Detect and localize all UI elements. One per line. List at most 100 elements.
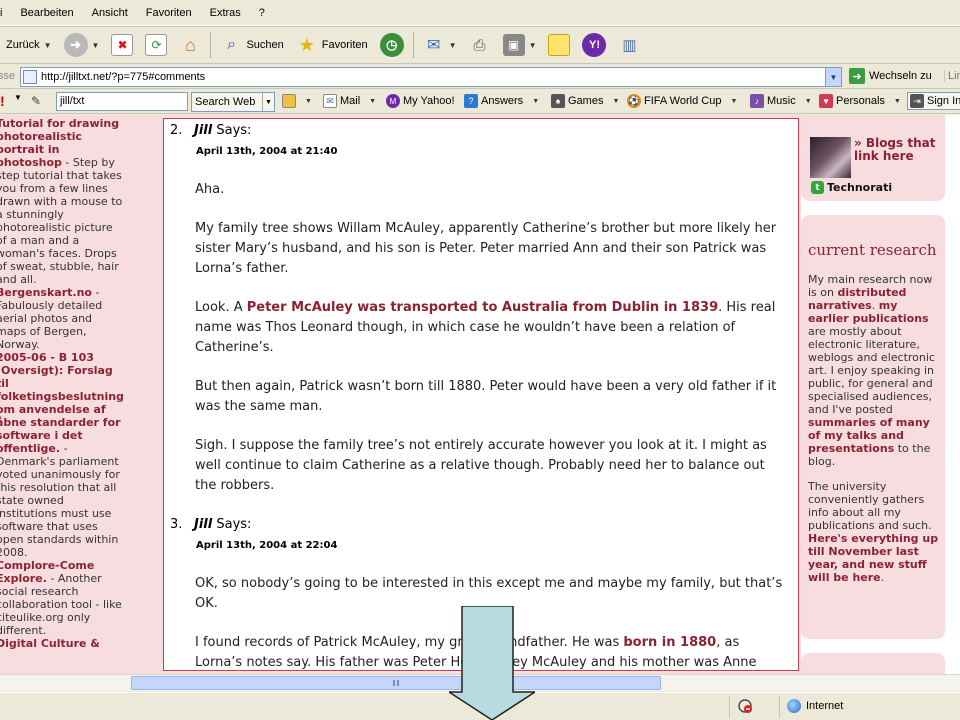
forward-button[interactable]: ➜ ▼: [58, 30, 106, 60]
fifa-link[interactable]: ⚽ FIFA World Cup ▼: [627, 94, 737, 108]
messenger-button[interactable]: Y!: [576, 30, 612, 60]
birth-record-link[interactable]: born in 1880: [623, 635, 716, 650]
grip-icon: [393, 680, 399, 686]
comment-author[interactable]: Jill: [194, 123, 212, 138]
layout-button[interactable]: ▼: [282, 94, 312, 108]
sidebar-link[interactable]: Bergenskart.no: [0, 286, 92, 299]
paragraph-text: are mostly about electronic literature, …: [808, 325, 935, 416]
my-yahoo-link[interactable]: M My Yahoo!: [386, 94, 455, 108]
chevron-down-icon: ▼: [612, 97, 620, 105]
chevron-down-icon[interactable]: ▼: [92, 41, 100, 50]
avatar[interactable]: [810, 137, 851, 178]
yahoo-toolbar: ! ▼ ✎ jill/txt Search Web ▼ ▼ ✉ Mail ▼ M …: [0, 90, 960, 114]
technorati-icon: t: [811, 181, 824, 194]
yahoo-messenger-icon: Y!: [582, 33, 607, 57]
links-label[interactable]: Lin: [944, 70, 960, 82]
personals-link[interactable]: ♥ Personals ▼: [819, 94, 901, 108]
publications-list-link[interactable]: Here's everything up till November last …: [808, 532, 938, 584]
menu-view[interactable]: Ansicht: [83, 7, 137, 19]
comment-paragraph: Sigh. I suppose the family tree’s not en…: [195, 438, 767, 493]
comment-header: Jill Says:: [194, 123, 251, 138]
chevron-down-icon[interactable]: ▼: [44, 41, 52, 50]
back-button[interactable]: Zurück ▼: [0, 30, 58, 60]
answers-label: Answers: [481, 95, 524, 107]
chevron-down-icon: ▼: [532, 97, 540, 105]
menu-edit[interactable]: Bearbeiten: [11, 7, 82, 19]
sidebar-link[interactable]: 2005-06 - B 103 (Oversigt): Forslag til …: [0, 351, 124, 455]
go-label: Wechseln zu: [869, 70, 932, 82]
toolbar-separator: [210, 32, 212, 58]
yahoo-logo-icon[interactable]: !: [0, 93, 5, 109]
games-link[interactable]: ♠ Games ▼: [551, 94, 619, 108]
research-paragraph: The university conveniently gathers info…: [808, 480, 939, 584]
chevron-down-icon[interactable]: ▼: [449, 41, 457, 50]
yahoo-mail-link[interactable]: ✉ Mail ▼: [323, 94, 376, 108]
technorati-link[interactable]: t Technorati: [811, 181, 892, 194]
sidebar-entry: Tutorial for drawing photorealistic port…: [0, 117, 125, 286]
menu-favorites[interactable]: Favoriten: [137, 7, 201, 19]
go-button[interactable]: ➜ Wechseln zu: [849, 68, 932, 84]
address-url[interactable]: http://jilltxt.net/?p=775#comments: [41, 71, 205, 83]
scroll-down-arrow-icon: [449, 606, 535, 720]
status-divider: [779, 696, 780, 718]
stop-icon: ✖: [111, 34, 134, 56]
comment-paragraph: My family tree shows Willam McAuley, app…: [195, 221, 777, 276]
comment-paragraph: But then again, Patrick wasn’t born till…: [195, 379, 777, 414]
answers-link[interactable]: ? Answers ▼: [464, 94, 539, 108]
menu-tools[interactable]: Extras: [201, 7, 250, 19]
printer-icon: ⎙: [473, 36, 486, 54]
search-icon: ⌕: [226, 36, 236, 53]
chevron-down-icon[interactable]: ▼: [14, 93, 22, 102]
home-button[interactable]: ⌂: [173, 30, 207, 60]
blogs-that-link-link[interactable]: » Blogs that link here: [854, 137, 944, 163]
scrollbar-thumb[interactable]: [131, 676, 661, 690]
mail-button[interactable]: ✉ ▼: [417, 30, 463, 60]
chevron-down-icon[interactable]: ▼: [529, 41, 537, 50]
edit-button[interactable]: ▣ ▼: [497, 30, 543, 60]
notes-button[interactable]: [542, 30, 576, 60]
history-button[interactable]: ◷: [374, 30, 410, 60]
menu-file[interactable]: i: [0, 7, 11, 19]
history-icon: ◷: [379, 33, 404, 57]
sidebar-link[interactable]: Digital Culture &: [0, 637, 100, 650]
favorites-label: Favoriten: [321, 39, 368, 51]
menu-help[interactable]: ?: [250, 7, 274, 19]
chevron-down-icon: ▼: [893, 97, 901, 105]
left-sidebar: Tutorial for drawing photorealistic port…: [0, 115, 128, 674]
search-web-label: Search Web: [195, 96, 256, 108]
sign-in-button[interactable]: ⇥ Sign In: [907, 92, 960, 110]
refresh-button[interactable]: ⟳: [139, 30, 173, 60]
sign-in-label: Sign In: [927, 95, 960, 107]
chevron-down-icon[interactable]: ▼: [262, 93, 274, 111]
address-input[interactable]: http://jilltxt.net/?p=775#comments ▼: [20, 67, 842, 87]
paragraph-text: .: [880, 571, 885, 584]
comment-date[interactable]: April 13th, 2004 at 22:04: [196, 540, 337, 551]
favorites-button[interactable]: ★ Favoriten: [290, 30, 374, 60]
yahoo-search-input[interactable]: jill/txt: [56, 92, 188, 111]
chevron-down-icon[interactable]: ▼: [825, 68, 841, 86]
popup-blocked-icon[interactable]: [737, 698, 753, 714]
print-button[interactable]: ⎙: [463, 30, 497, 60]
menu-bar: i Bearbeiten Ansicht Favoriten Extras ?: [0, 0, 960, 26]
search-web-button[interactable]: Search Web ▼: [191, 92, 275, 112]
soccer-ball-icon: ⚽: [627, 94, 641, 108]
highlighter-icon[interactable]: ✎: [31, 94, 41, 108]
stop-button[interactable]: ✖: [105, 30, 139, 60]
forward-arrow-icon: ➜: [63, 33, 88, 57]
comment-date[interactable]: April 13th, 2004 at 21:40: [196, 146, 337, 157]
paragraph-text: I found records of Patrick McAuley, my g…: [195, 635, 624, 650]
search-label: Suchen: [246, 39, 284, 51]
music-link[interactable]: ♪ Music ▼: [750, 94, 812, 108]
blogs-box: » Blogs that link here t Technorati: [801, 115, 945, 201]
comment-paragraph: Aha.: [195, 182, 225, 197]
research-button[interactable]: ▥: [612, 30, 646, 60]
status-divider: [729, 696, 730, 718]
comment-number: 3.: [170, 517, 183, 532]
yahoo-mail-label: Mail: [340, 95, 361, 107]
search-button[interactable]: ⌕ Suchen: [214, 30, 289, 60]
chevron-down-icon: ▼: [730, 97, 738, 105]
globe-icon: [787, 699, 801, 713]
comment-author[interactable]: Jill: [194, 517, 212, 532]
page-icon: [23, 70, 37, 84]
transport-record-link[interactable]: Peter McAuley was transported to Austral…: [247, 300, 718, 315]
